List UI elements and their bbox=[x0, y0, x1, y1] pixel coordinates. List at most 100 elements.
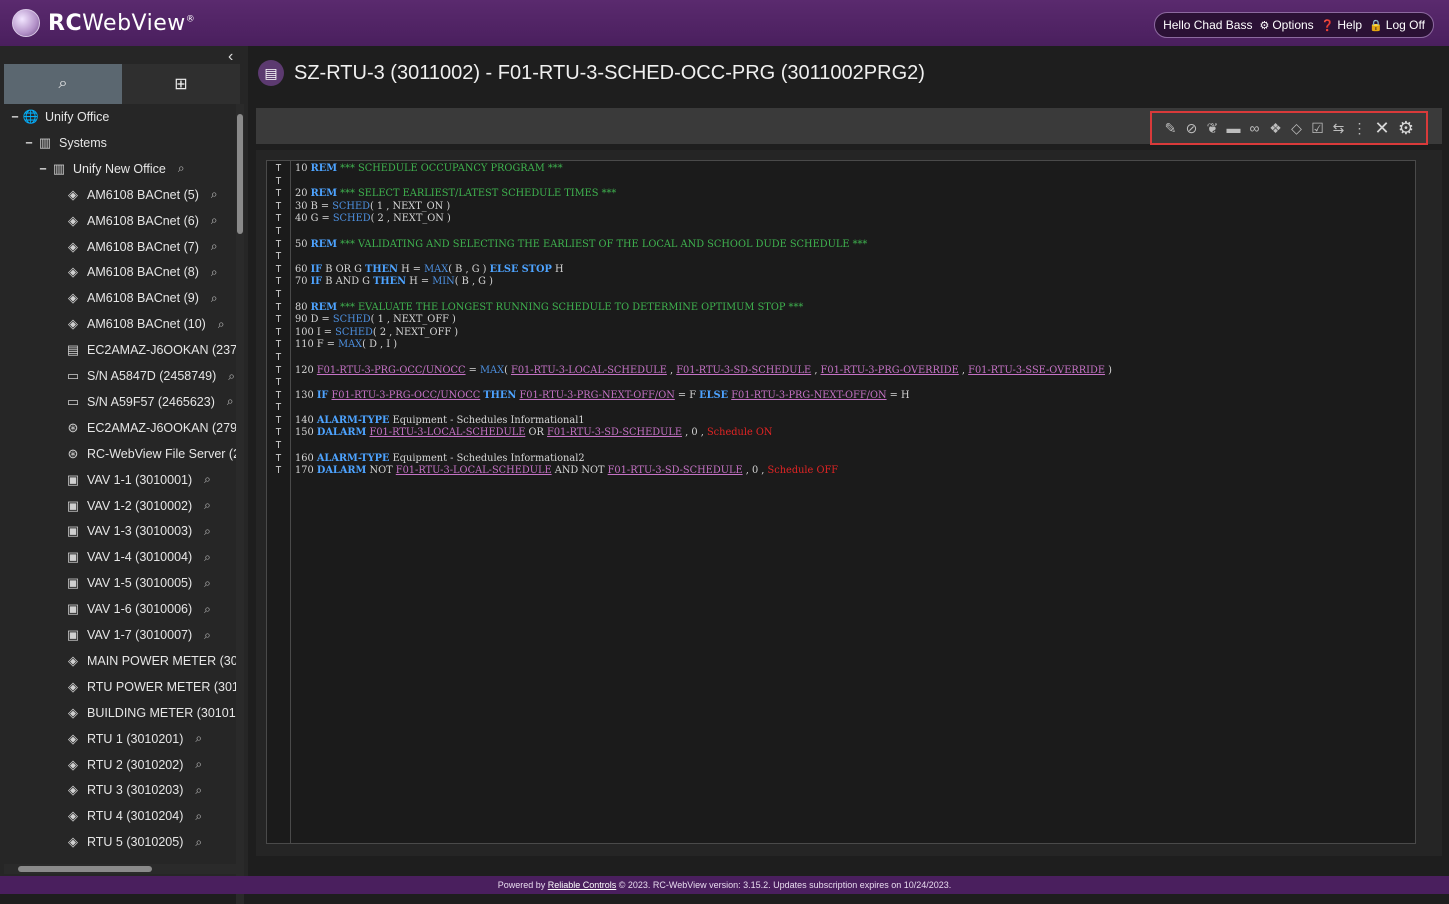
search-icon[interactable]: ⌕ bbox=[195, 783, 202, 798]
collapse-toggle-icon[interactable]: − bbox=[36, 162, 50, 176]
search-icon[interactable]: ⌕ bbox=[195, 809, 202, 824]
options-link[interactable]: ⚙ Options bbox=[1259, 18, 1313, 32]
search-icon[interactable]: ⌕ bbox=[204, 628, 211, 643]
search-icon[interactable]: ⌕ bbox=[211, 291, 218, 306]
tree-item[interactable]: ◈ AM6108 BACnet (10) ⌕ bbox=[64, 311, 236, 337]
tree-item[interactable]: ▣ VAV 1-5 (3010005) ⌕ bbox=[64, 570, 236, 596]
code-token: 140 bbox=[295, 414, 317, 426]
search-icon[interactable]: ⌕ bbox=[204, 602, 211, 617]
tree-item[interactable]: ⊛ RC-WebView File Server (279 bbox=[64, 441, 236, 467]
map-marker-icon[interactable]: ❖ bbox=[1267, 118, 1284, 138]
disable-icon[interactable]: ⊘ bbox=[1183, 118, 1200, 138]
logoff-link[interactable]: 🔒 Log Off bbox=[1369, 18, 1425, 32]
app-logo[interactable]: RCWebView® bbox=[12, 9, 195, 37]
swap-icon[interactable]: ⇆ bbox=[1330, 118, 1347, 138]
collapse-toggle-icon[interactable]: − bbox=[22, 136, 36, 150]
gutter-marker: T bbox=[275, 452, 282, 464]
tree-item[interactable]: ◈ AM6108 BACnet (7) ⌕ bbox=[64, 234, 236, 260]
tree-item[interactable]: ⊛ EC2AMAZ-J6OOKAN (279196 bbox=[64, 415, 236, 441]
point-link[interactable]: F01-RTU-3-SD-SCHEDULE bbox=[676, 365, 811, 376]
help-link[interactable]: ❓ Help bbox=[1321, 18, 1362, 32]
search-icon[interactable]: ⌕ bbox=[178, 161, 185, 176]
tree-item[interactable]: ▣ VAV 1-1 (3010001) ⌕ bbox=[64, 467, 236, 493]
gutter-marker: T bbox=[275, 389, 282, 401]
search-icon[interactable]: ⌕ bbox=[211, 213, 218, 228]
tree-item[interactable]: ▭ S/N A59F57 (2465623) ⌕ bbox=[64, 389, 236, 415]
search-icon[interactable]: ⌕ bbox=[227, 394, 234, 409]
tree-item[interactable]: ◈ MAIN POWER METER (30100 bbox=[64, 648, 236, 674]
search-icon[interactable]: ⌕ bbox=[211, 187, 218, 202]
point-link[interactable]: F01-RTU-3-SD-SCHEDULE bbox=[547, 427, 682, 438]
tree-item[interactable]: ▣ VAV 1-4 (3010004) ⌕ bbox=[64, 544, 236, 570]
search-icon[interactable]: ⌕ bbox=[228, 369, 235, 384]
point-link[interactable]: F01-RTU-3-LOCAL-SCHEDULE bbox=[396, 465, 552, 476]
search-icon[interactable]: ⌕ bbox=[195, 731, 202, 746]
point-link[interactable]: F01-RTU-3-SD-SCHEDULE bbox=[608, 465, 743, 476]
tree-item[interactable]: ◈ RTU 1 (3010201) ⌕ bbox=[64, 726, 236, 752]
gear-icon[interactable]: ⚙ bbox=[1396, 118, 1416, 138]
point-link[interactable]: F01-RTU-3-LOCAL-SCHEDULE bbox=[511, 365, 667, 376]
point-link[interactable]: F01-RTU-3-PRG-NEXT-OFF/ON bbox=[731, 390, 886, 401]
search-icon[interactable]: ⌕ bbox=[204, 576, 211, 591]
code-editor[interactable]: TTTTTTTTTTTTTTTTTTTTTTTTT 10 REM *** SCH… bbox=[266, 160, 1416, 844]
tree-item[interactable]: ▭ S/N A5847D (2458749) ⌕ bbox=[64, 363, 236, 389]
search-icon[interactable]: ⌕ bbox=[195, 835, 202, 850]
check-box-icon[interactable]: ☑ bbox=[1309, 118, 1326, 138]
point-link[interactable]: F01-RTU-3-PRG-OCC/UNOCC bbox=[332, 390, 481, 401]
tree-item-label: Systems bbox=[59, 135, 107, 150]
tree-item[interactable]: ◈ BUILDING METER (3010101) bbox=[64, 700, 236, 726]
code-token: = H bbox=[886, 389, 910, 401]
tree-item[interactable]: ▣ VAV 1-3 (3010003) ⌕ bbox=[64, 518, 236, 544]
search-icon[interactable]: ⌕ bbox=[211, 265, 218, 280]
search-icon[interactable]: ⌕ bbox=[195, 757, 202, 772]
point-link[interactable]: F01-RTU-3-LOCAL-SCHEDULE bbox=[370, 427, 526, 438]
tree-item[interactable]: ◈ AM6108 BACnet (9) ⌕ bbox=[64, 285, 236, 311]
tab-hierarchy[interactable]: ⊞ bbox=[122, 64, 240, 104]
folder-icon[interactable]: ▬ bbox=[1225, 118, 1242, 138]
tab-search-tree[interactable]: ⌕ bbox=[4, 64, 122, 104]
tree-item[interactable]: ◈ RTU 5 (3010205) ⌕ bbox=[64, 829, 236, 855]
fire-icon[interactable]: ❦ bbox=[1204, 118, 1221, 138]
point-link[interactable]: F01-RTU-3-SSE-OVERRIDE bbox=[968, 365, 1105, 376]
point-link[interactable]: F01-RTU-3-PRG-OCC/UNOCC bbox=[317, 365, 466, 376]
close-icon[interactable]: ✕ bbox=[1372, 118, 1392, 138]
tree-item[interactable]: − ▥ Systems bbox=[22, 130, 236, 156]
binoculars-icon[interactable]: ∞ bbox=[1246, 118, 1263, 138]
tree-item[interactable]: − ▥ Unify New Office ⌕ bbox=[36, 156, 236, 182]
search-icon[interactable]: ⌕ bbox=[204, 472, 211, 487]
tree-item[interactable]: ◈ AM6108 BACnet (6) ⌕ bbox=[64, 208, 236, 234]
search-icon[interactable]: ⌕ bbox=[204, 498, 211, 513]
code-token: ( 2 , NEXT_OFF ) bbox=[372, 326, 459, 338]
code-body[interactable]: 10 REM *** SCHEDULE OCCUPANCY PROGRAM **… bbox=[295, 163, 1411, 478]
vertical-scroll-thumb[interactable] bbox=[237, 114, 243, 234]
tree-vertical-scrollbar[interactable] bbox=[236, 104, 244, 904]
search-icon[interactable]: ⌕ bbox=[218, 317, 225, 332]
tree-item[interactable]: ▣ VAV 1-7 (3010007) ⌕ bbox=[64, 622, 236, 648]
point-link[interactable]: F01-RTU-3-PRG-NEXT-OFF/ON bbox=[519, 390, 674, 401]
code-token: H = bbox=[398, 263, 425, 275]
search-icon[interactable]: ⌕ bbox=[211, 239, 218, 254]
sort-icon[interactable]: ⋮ bbox=[1351, 118, 1368, 138]
tree-item[interactable]: ▣ VAV 1-6 (3010006) ⌕ bbox=[64, 596, 236, 622]
reliable-controls-link[interactable]: Reliable Controls bbox=[548, 880, 617, 890]
point-link[interactable]: F01-RTU-3-PRG-OVERRIDE bbox=[821, 365, 959, 376]
tree-item[interactable]: ◈ AM6108 BACnet (5) ⌕ bbox=[64, 182, 236, 208]
tree-item[interactable]: ◈ RTU 4 (3010204) ⌕ bbox=[64, 803, 236, 829]
tree-item[interactable]: − 🌐 Unify Office bbox=[8, 104, 236, 130]
edit-icon[interactable]: ✎ bbox=[1162, 118, 1179, 138]
tree-item[interactable]: ▣ VAV 1-2 (3010002) ⌕ bbox=[64, 493, 236, 519]
horizontal-scroll-thumb[interactable] bbox=[18, 866, 152, 872]
code-token: , bbox=[811, 364, 821, 376]
search-icon[interactable]: ⌕ bbox=[204, 550, 211, 565]
code-icon[interactable]: ◇ bbox=[1288, 118, 1305, 138]
search-icon[interactable]: ⌕ bbox=[204, 524, 211, 539]
tree-item[interactable]: ▤ EC2AMAZ-J6OOKAN (237198 bbox=[64, 337, 236, 363]
vav-icon: ▣ bbox=[66, 471, 80, 487]
tree-item[interactable]: ◈ AM6108 BACnet (8) ⌕ bbox=[64, 259, 236, 285]
tree-item[interactable]: ◈ RTU 3 (3010203) ⌕ bbox=[64, 777, 236, 803]
collapse-toggle-icon[interactable]: − bbox=[8, 110, 22, 124]
tree-item[interactable]: ◈ RTU POWER METER (301001 bbox=[64, 674, 236, 700]
tree-horizontal-scrollbar[interactable] bbox=[4, 864, 240, 874]
tree-item[interactable]: ◈ RTU 2 (3010202) ⌕ bbox=[64, 752, 236, 778]
